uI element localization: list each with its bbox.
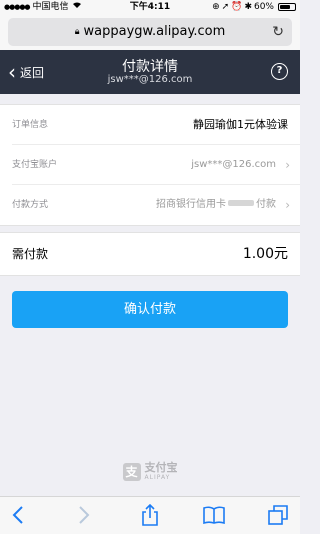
amount-value: 1.00元 bbox=[242, 246, 288, 262]
tabs-icon[interactable] bbox=[266, 503, 290, 527]
account-subtitle: jsw***@126.com bbox=[107, 74, 193, 85]
payment-method-row[interactable]: 付款方式 招商银行信用卡 付款 › bbox=[12, 185, 300, 225]
alarm-icon: ⏰ bbox=[231, 2, 243, 12]
lock-icon: 🔒︎ bbox=[74, 27, 80, 37]
forward-nav-icon[interactable] bbox=[72, 503, 96, 527]
chevron-right-icon: › bbox=[285, 158, 290, 172]
back-nav-icon[interactable] bbox=[6, 503, 30, 527]
payment-info-list: 订单信息 静园瑜伽1元体验课 支付宝账户 jsw***@126.com › 付款… bbox=[0, 104, 300, 226]
chevron-right-icon: › bbox=[285, 198, 290, 212]
payment-method-suffix: 付款 bbox=[256, 199, 276, 210]
browser-url-area: 🔒︎ wappaygw.alipay.com ↻ bbox=[0, 14, 300, 50]
logo-cn-text: 支付宝 bbox=[144, 461, 178, 474]
bluetooth-icon: ✱ bbox=[244, 2, 252, 12]
amount-row: 需付款 1.00元 bbox=[0, 232, 300, 276]
logo-en-text: ALIPAY bbox=[144, 474, 171, 481]
alipay-account-row[interactable]: 支付宝账户 jsw***@126.com › bbox=[12, 145, 300, 185]
browser-toolbar bbox=[0, 496, 300, 534]
battery-label: 60% bbox=[253, 2, 274, 12]
order-info-label: 订单信息 bbox=[12, 120, 49, 130]
help-icon[interactable]: ? bbox=[271, 63, 288, 80]
alipay-logo-icon: 支 bbox=[122, 463, 141, 481]
alipay-logo: 支 支付宝 ALIPAY bbox=[0, 462, 300, 482]
payment-method-bank: 招商银行信用卡 bbox=[156, 199, 226, 210]
confirm-payment-button[interactable]: 确认付款 bbox=[12, 291, 288, 328]
lock-rotation-icon: ⊕ bbox=[212, 2, 220, 12]
location-icon: ➚ bbox=[221, 2, 230, 12]
page-title: 付款详情 bbox=[122, 59, 178, 75]
order-info-row: 订单信息 静园瑜伽1元体验课 bbox=[12, 105, 300, 145]
masked-card-number bbox=[228, 200, 254, 206]
url-text: wappaygw.alipay.com bbox=[83, 24, 226, 39]
bookmarks-icon[interactable] bbox=[202, 503, 226, 527]
address-bar[interactable]: 🔒︎ wappaygw.alipay.com ↻ bbox=[8, 18, 292, 46]
nav-header: ‹ 返回 付款详情 jsw***@126.com ? bbox=[0, 50, 300, 94]
alipay-account-label: 支付宝账户 bbox=[12, 160, 58, 170]
payment-method-label: 付款方式 bbox=[12, 200, 49, 210]
order-info-value: 静园瑜伽1元体验课 bbox=[193, 118, 288, 131]
share-icon[interactable] bbox=[138, 503, 162, 527]
alipay-account-value: jsw***@126.com bbox=[191, 159, 276, 170]
payment-method-value: 招商银行信用卡 付款 bbox=[156, 185, 276, 225]
reload-icon[interactable]: ↻ bbox=[272, 18, 284, 46]
status-right-group: ⊕ ➚ ⏰ ✱ 60% bbox=[212, 0, 296, 14]
battery-icon bbox=[278, 3, 296, 11]
amount-label: 需付款 bbox=[12, 247, 49, 261]
status-bar: ●●●●● 中国电信 下午4:11 ⊕ ➚ ⏰ ✱ 60% bbox=[0, 0, 300, 14]
